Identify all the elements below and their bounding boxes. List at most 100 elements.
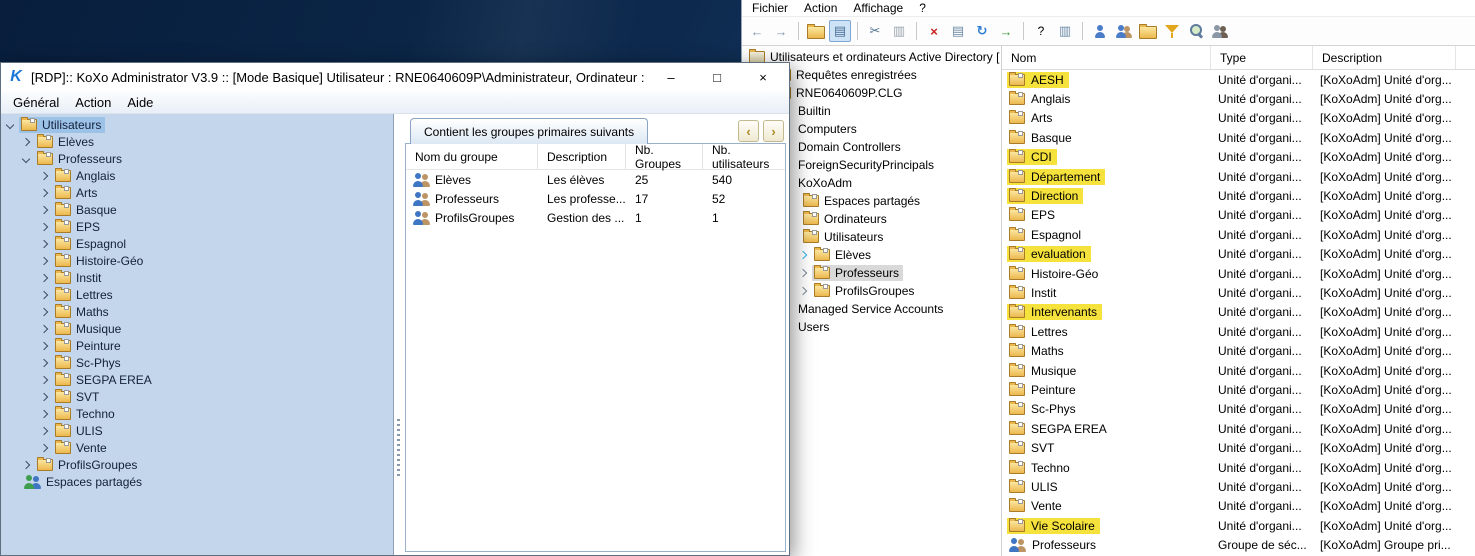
- koxo-menu-item[interactable]: Action: [67, 95, 119, 110]
- koxo-tree-item-eps[interactable]: EPS: [1, 218, 393, 235]
- expand-chevron-icon[interactable]: [40, 341, 48, 349]
- up-one-level-icon[interactable]: [805, 20, 827, 42]
- ad-list-row[interactable]: CDI Unité d'organi... [KoXoAdm] Unité d'…: [1002, 148, 1475, 167]
- ad-list-row[interactable]: Vie Scolaire Unité d'organi... [KoXoAdm]…: [1002, 516, 1475, 535]
- close-button[interactable]: ×: [743, 70, 783, 85]
- koxo-tree-item-svt[interactable]: SVT: [1, 388, 393, 405]
- new-user-icon[interactable]: [1089, 20, 1111, 42]
- koxo-tree-item-peinture[interactable]: Peinture: [1, 337, 393, 354]
- ad-list-row[interactable]: Instit Unité d'organi... [KoXoAdm] Unité…: [1002, 283, 1475, 302]
- koxo-tree-item-segpa-erea[interactable]: SEGPA EREA: [1, 371, 393, 388]
- expand-chevron-icon[interactable]: [22, 154, 30, 162]
- expand-chevron-icon[interactable]: [40, 392, 48, 400]
- ad-list-row[interactable]: Histoire-Géo Unité d'organi... [KoXoAdm]…: [1002, 264, 1475, 283]
- koxo-tree-item-musique[interactable]: Musique: [1, 320, 393, 337]
- toolbar-separator[interactable]: [1023, 22, 1024, 40]
- expand-chevron-icon[interactable]: [799, 251, 807, 259]
- koxo-table-column-header[interactable]: Nb. utilisateurs: [703, 144, 786, 169]
- expand-chevron-icon[interactable]: [40, 443, 48, 451]
- ad-list-row[interactable]: EPS Unité d'organi... [KoXoAdm] Unité d'…: [1002, 206, 1475, 225]
- expand-chevron-icon[interactable]: [40, 205, 48, 213]
- ad-list-row[interactable]: Musique Unité d'organi... [KoXoAdm] Unit…: [1002, 361, 1475, 380]
- koxo-tree-item-anglais[interactable]: Anglais: [1, 167, 393, 184]
- expand-chevron-icon[interactable]: [40, 256, 48, 264]
- ad-list-row[interactable]: AESH Unité d'organi... [KoXoAdm] Unité d…: [1002, 70, 1475, 89]
- ad-list-row[interactable]: Direction Unité d'organi... [KoXoAdm] Un…: [1002, 186, 1475, 205]
- delete-icon[interactable]: ×: [923, 20, 945, 42]
- tab-prev-button[interactable]: ‹: [738, 120, 759, 142]
- properties-icon[interactable]: ▤: [947, 20, 969, 42]
- expand-chevron-icon[interactable]: [40, 273, 48, 281]
- koxo-menu-item[interactable]: Général: [5, 95, 67, 110]
- tab-next-button[interactable]: ›: [763, 120, 784, 142]
- koxo-tree-item-ulis[interactable]: ULIS: [1, 422, 393, 439]
- expand-chevron-icon[interactable]: [22, 137, 30, 145]
- show-console-tree-icon[interactable]: ▤: [829, 20, 851, 42]
- expand-chevron-icon[interactable]: [799, 269, 807, 277]
- expand-chevron-icon[interactable]: [40, 290, 48, 298]
- koxo-table-row[interactable]: ProfilsGroupes Gestion des ... 1 1: [406, 208, 785, 227]
- toolbar-separator[interactable]: [916, 22, 917, 40]
- expand-chevron-icon[interactable]: [40, 171, 48, 179]
- ad-list-row[interactable]: Maths Unité d'organi... [KoXoAdm] Unité …: [1002, 341, 1475, 360]
- pane-splitter[interactable]: [394, 114, 405, 555]
- ad-menu-item[interactable]: Action: [796, 1, 845, 15]
- koxo-tree-item-profilsgroupes[interactable]: ProfilsGroupes: [1, 456, 393, 473]
- back-icon[interactable]: ←: [746, 20, 768, 42]
- koxo-tree-item-basque[interactable]: Basque: [1, 201, 393, 218]
- ad-list-row[interactable]: Espagnol Unité d'organi... [KoXoAdm] Uni…: [1002, 225, 1475, 244]
- koxo-table-row[interactable]: Elèves Les élèves 25 540: [406, 170, 785, 189]
- ad-menu-item[interactable]: ?: [911, 1, 934, 15]
- ad-list-row[interactable]: Sc-Phys Unité d'organi... [KoXoAdm] Unit…: [1002, 400, 1475, 419]
- koxo-tree-item-sc-phys[interactable]: Sc-Phys: [1, 354, 393, 371]
- koxo-tree-item-professeurs[interactable]: Professeurs: [1, 150, 393, 167]
- ad-list-row[interactable]: Vente Unité d'organi... [KoXoAdm] Unité …: [1002, 497, 1475, 516]
- ad-list-row[interactable]: Basque Unité d'organi... [KoXoAdm] Unité…: [1002, 128, 1475, 147]
- expand-chevron-icon[interactable]: [22, 460, 30, 468]
- koxo-tree-item-techno[interactable]: Techno: [1, 405, 393, 422]
- ad-list-row[interactable]: Peinture Unité d'organi... [KoXoAdm] Uni…: [1002, 380, 1475, 399]
- special-people-icon[interactable]: [1209, 20, 1231, 42]
- ad-list-row[interactable]: Intervenants Unité d'organi... [KoXoAdm]…: [1002, 303, 1475, 322]
- toolbar-separator[interactable]: [798, 22, 799, 40]
- koxo-table-row[interactable]: Professeurs Les professe... 17 52: [406, 189, 785, 208]
- ad-list-row[interactable]: ULIS Unité d'organi... [KoXoAdm] Unité d…: [1002, 477, 1475, 496]
- console-window-icon[interactable]: ▥: [1054, 20, 1076, 42]
- ad-list-column-header[interactable]: Type: [1211, 46, 1313, 69]
- expand-chevron-icon[interactable]: [40, 324, 48, 332]
- ad-list-row[interactable]: Lettres Unité d'organi... [KoXoAdm] Unit…: [1002, 322, 1475, 341]
- filter-icon[interactable]: [1161, 20, 1183, 42]
- koxo-tree-item-vente[interactable]: Vente: [1, 439, 393, 456]
- koxo-tree-item-utilisateurs[interactable]: Utilisateurs: [1, 116, 393, 133]
- koxo-tree-item-arts[interactable]: Arts: [1, 184, 393, 201]
- ad-list-row[interactable]: SVT Unité d'organi... [KoXoAdm] Unité d'…: [1002, 438, 1475, 457]
- koxo-table-column-header[interactable]: Description: [538, 144, 626, 169]
- add-to-group-icon[interactable]: [1113, 20, 1135, 42]
- ad-list-row[interactable]: Anglais Unité d'organi... [KoXoAdm] Unit…: [1002, 89, 1475, 108]
- ad-list-row[interactable]: evaluation Unité d'organi... [KoXoAdm] U…: [1002, 245, 1475, 264]
- ad-list-row[interactable]: Professeurs Groupe de séc... [KoXoAdm] G…: [1002, 535, 1475, 554]
- find-icon[interactable]: [1185, 20, 1207, 42]
- koxo-tree-item-espagnol[interactable]: Espagnol: [1, 235, 393, 252]
- maximize-button[interactable]: □: [697, 70, 737, 85]
- ad-list-row[interactable]: Département Unité d'organi... [KoXoAdm] …: [1002, 167, 1475, 186]
- expand-chevron-icon[interactable]: [40, 307, 48, 315]
- koxo-tree-item-eleves[interactable]: Elèves: [1, 133, 393, 150]
- ad-list-row[interactable]: Arts Unité d'organi... [KoXoAdm] Unité d…: [1002, 109, 1475, 128]
- expand-chevron-icon[interactable]: [40, 409, 48, 417]
- refresh-icon[interactable]: ↻: [971, 20, 993, 42]
- expand-chevron-icon[interactable]: [40, 239, 48, 247]
- tab-groupes-primaires[interactable]: Contient les groupes primaires suivants: [410, 118, 648, 144]
- koxo-table-column-header[interactable]: Nom du groupe: [406, 144, 538, 169]
- export-list-icon[interactable]: →: [995, 20, 1017, 42]
- cut-icon[interactable]: ✂: [864, 20, 886, 42]
- expand-chevron-icon[interactable]: [40, 426, 48, 434]
- koxo-tree-item-lettres[interactable]: Lettres: [1, 286, 393, 303]
- paste-icon[interactable]: ▥: [888, 20, 910, 42]
- expand-chevron-icon[interactable]: [40, 358, 48, 366]
- ad-list-column-header[interactable]: Nom: [1002, 46, 1211, 69]
- expand-chevron-icon[interactable]: [799, 287, 807, 295]
- toolbar-separator[interactable]: [857, 22, 858, 40]
- expand-chevron-icon[interactable]: [40, 222, 48, 230]
- koxo-menu-item[interactable]: Aide: [119, 95, 161, 110]
